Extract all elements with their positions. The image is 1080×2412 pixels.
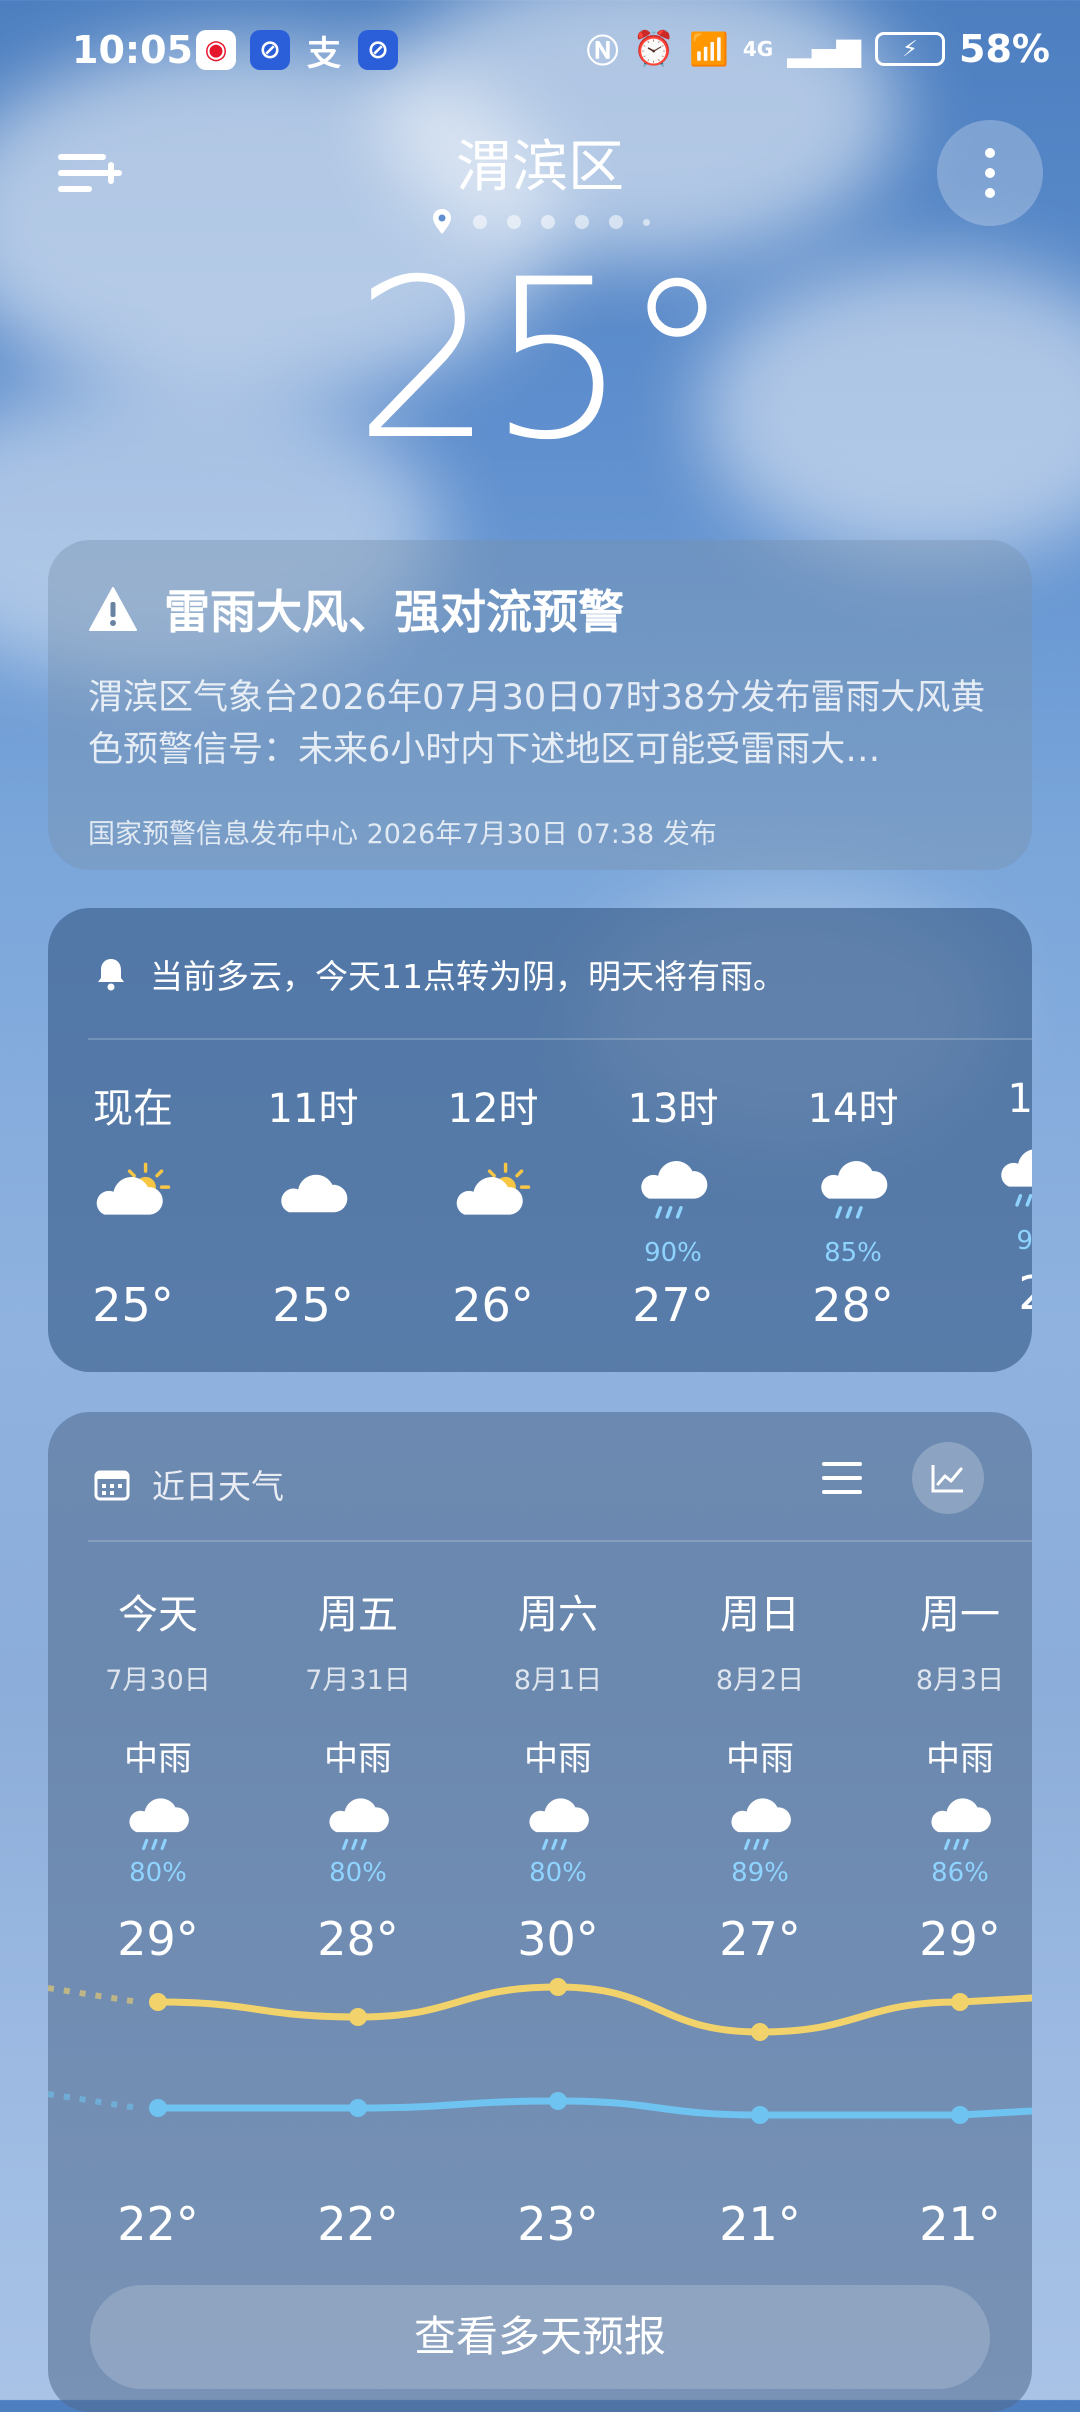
precipitation-chance: 85% [824, 1238, 882, 1268]
bell-icon [98, 959, 124, 991]
hourly-item: 现在 25° [58, 1076, 208, 1332]
high-temp-line [154, 1983, 1032, 2036]
rain-icon [821, 1161, 888, 1219]
alert-title: 雷雨大风、强对流预警 [164, 585, 624, 639]
partly-sunny-icon [456, 1162, 531, 1215]
high-temp-point [751, 2023, 769, 2041]
page-dot [608, 215, 623, 229]
page-dot [540, 215, 555, 229]
app-notification-icon: ⊘ [250, 30, 290, 70]
more-days-button[interactable]: 查看多天预报 [90, 2285, 990, 2389]
weibo-notification-icon: ◉ [196, 30, 236, 70]
high-temp-point [349, 2008, 367, 2026]
hourly-item: 12时 26° [418, 1076, 568, 1332]
low-temp-point [751, 2106, 769, 2124]
hour-temp: 2 [958, 1266, 1032, 1320]
wifi-icon: 📶 [689, 30, 729, 68]
precipitation-chance [238, 1238, 388, 1268]
divider [88, 1038, 1032, 1040]
hourly-item: 11时 25° [238, 1076, 388, 1332]
signal-icon: ▂▄▆ [787, 30, 862, 68]
cloudy-icon [238, 1154, 388, 1234]
rain-icon [641, 1161, 708, 1219]
temperature-trend-chart [48, 1978, 1032, 2124]
hour-label: 13时 [627, 1086, 719, 1132]
alert-source: 国家预警信息发布中心 2026年7月30日 07:38 发布 [88, 819, 717, 850]
alarm-icon: ⏰ [632, 29, 676, 69]
rain-icon [778, 1154, 928, 1234]
status-time: 10:05 [72, 28, 193, 72]
rain-icon [958, 1142, 1032, 1222]
page-dot [472, 215, 487, 229]
hourly-summary-text: 当前多云，今天11点转为阴，明天将有雨。 [150, 957, 786, 996]
high-temp-point [549, 1978, 567, 1996]
high-temp-point [951, 1993, 969, 2011]
hour-temp: 25° [272, 1278, 354, 1332]
high-temp-lead-in [48, 1985, 139, 2005]
hourly-item: 14时 85% 28° [778, 1076, 928, 1332]
hour-temp: 26° [452, 1278, 534, 1332]
page-dot [574, 215, 589, 229]
hour-label: 15 [1007, 1076, 1032, 1122]
partly-sunny-icon [96, 1162, 171, 1215]
nfc-icon: Ⓝ [586, 32, 619, 70]
rain-icon [598, 1154, 748, 1234]
hour-label: 现在 [93, 1086, 173, 1132]
low-temp-point [349, 2099, 367, 2117]
alert-description: 渭滨区气象台2026年07月30日07时38分发布雷雨大风黄色预警信号：未来6小… [88, 678, 986, 770]
city-name: 渭滨区 [456, 135, 624, 200]
cloudy-icon [281, 1174, 348, 1213]
hour-temp: 28° [812, 1278, 894, 1332]
partly-sunny-icon [418, 1154, 568, 1234]
precipitation-chance: 90% [644, 1238, 702, 1268]
app-notification-icon-2: ⊘ [358, 30, 398, 70]
precipitation-chance [418, 1238, 568, 1268]
hour-label: 12时 [447, 1086, 539, 1132]
hourly-item: 15 90 2 [958, 1076, 1032, 1320]
battery-charging-icon: ⚡ [875, 32, 946, 66]
low-temp-lead-in [48, 2091, 139, 2111]
hourly-forecast-card[interactable]: 当前多云，今天11点转为阴，明天将有雨。 现在 25° 11时 25° 12时 26° 13… [48, 908, 1032, 1372]
hour-temp: 25° [92, 1278, 174, 1332]
low-temp-point [951, 2106, 969, 2124]
weather-alert-card[interactable]: 雷雨大风、强对流预警 渭滨区气象台2026年07月30日07时38分发布雷雨大风… [48, 540, 1032, 870]
hour-label: 14时 [807, 1086, 899, 1132]
partly-sunny-icon [58, 1154, 208, 1234]
hour-label: 11时 [267, 1086, 359, 1132]
high-temp-point [149, 1993, 167, 2011]
low-temp-point [549, 2092, 567, 2110]
current-temperature: 25° [354, 232, 732, 488]
battery-percent: 58% [959, 27, 1050, 71]
low-temp-point [149, 2099, 167, 2117]
hourly-item: 13时 90% 27° [598, 1076, 748, 1332]
rain-icon [1001, 1149, 1032, 1207]
network-type-label: 4G [742, 37, 774, 61]
precipitation-chance: 90 [1016, 1226, 1032, 1256]
page-dot [642, 218, 650, 226]
page-dot [506, 215, 521, 229]
alipay-notification-icon: 支 [307, 33, 341, 74]
precipitation-chance [58, 1238, 208, 1268]
status-bar: 10:05 ◉ ⊘ 支 ⊘ Ⓝ ⏰ 📶 4G ▂▄▆ ⚡ 58% [0, 0, 1080, 100]
daily-forecast-card[interactable]: 近日天气 今天 7月30日 中雨 80% 29° 22° 周五 7月31日 中雨 80% 28° 22… [48, 1412, 1032, 2412]
low-temp-line [154, 2097, 1032, 2119]
warning-icon [89, 587, 137, 631]
hour-temp: 27° [632, 1278, 714, 1332]
